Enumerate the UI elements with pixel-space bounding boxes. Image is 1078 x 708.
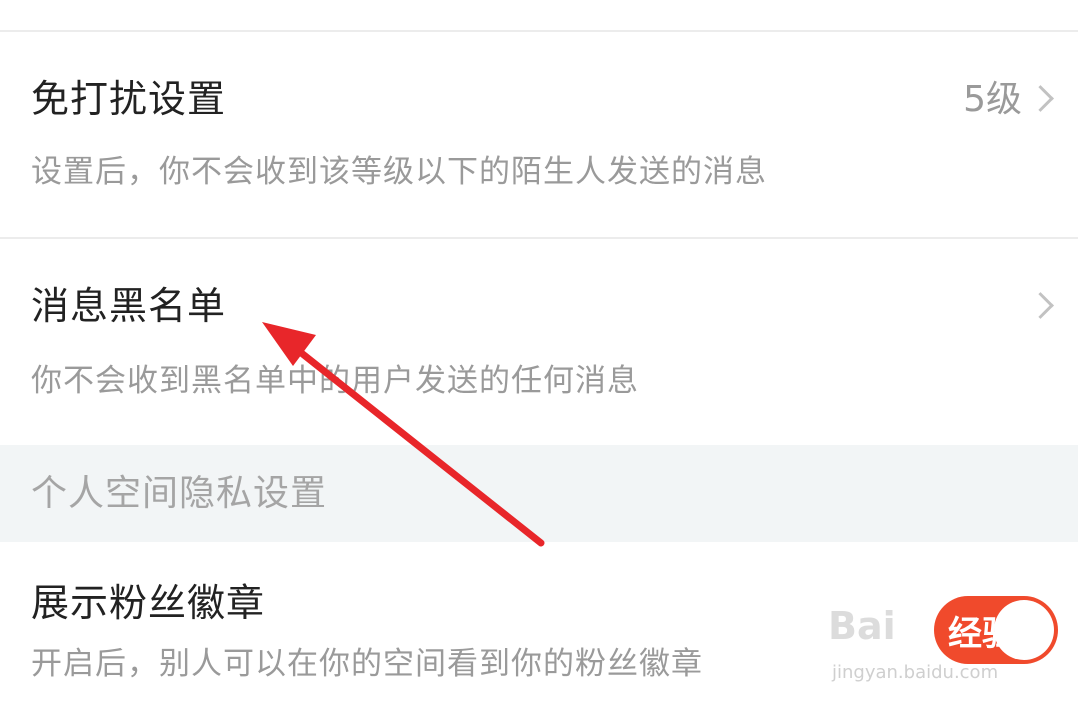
settings-page: 免打扰设置 5级 设置后，你不会收到该等级以下的陌生人发送的消息 消息黑名单 你… — [0, 0, 1078, 708]
annotation-arrow-icon — [262, 322, 545, 547]
